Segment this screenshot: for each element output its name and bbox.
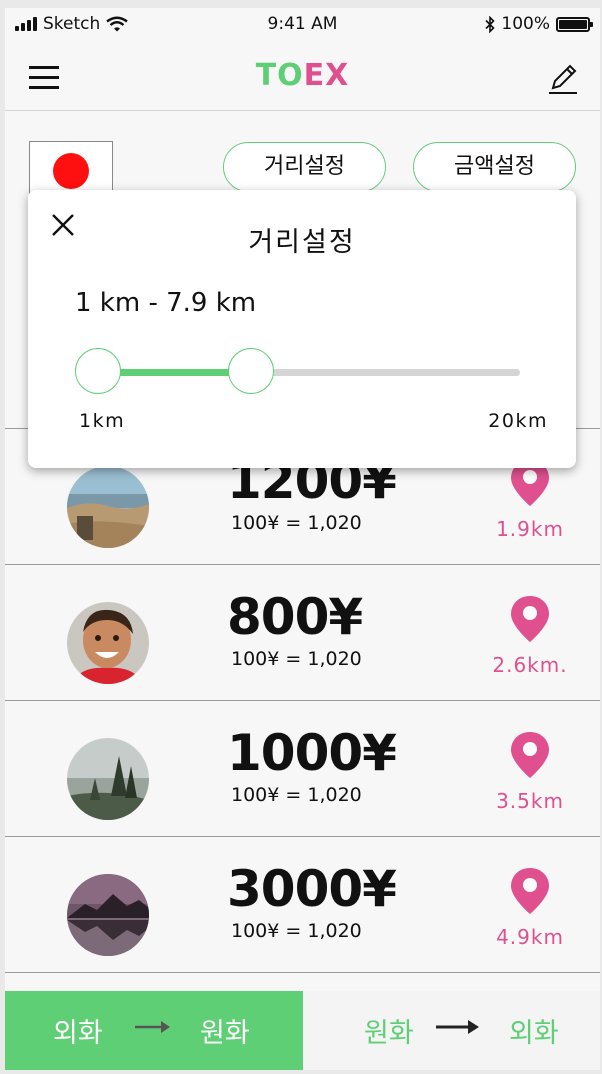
list-item[interactable]: 1000¥ 100¥ = 1,020 3.5km xyxy=(5,701,600,837)
exchange-rate: 100¥ = 1,020 xyxy=(231,648,362,670)
foreign-to-won-tab[interactable]: 외화 원화 xyxy=(5,991,303,1070)
amount-filter-button[interactable]: 금액설정 xyxy=(413,142,576,192)
battery-percent: 100% xyxy=(501,14,550,34)
bottom-tab-bar: 외화 원화 원화 외화 xyxy=(5,991,600,1070)
exchange-rate: 100¥ = 1,020 xyxy=(231,920,362,942)
location-pin-icon[interactable] xyxy=(510,731,550,779)
edit-icon[interactable] xyxy=(546,62,580,96)
battery-level-fill xyxy=(559,19,587,29)
distance-setting-popup: 거리설정 1 km - 7.9 km 1km 20km xyxy=(28,190,576,468)
offer-amount: 1000¥ xyxy=(227,724,397,782)
list-item[interactable]: 3000¥ 100¥ = 1,020 4.9km xyxy=(5,837,600,973)
logo-part-ex: EX xyxy=(303,58,350,93)
app-logo: TOEX xyxy=(5,58,600,93)
japan-flag-icon xyxy=(53,153,89,189)
bluetooth-icon xyxy=(485,15,496,33)
avatar-mountain-lake-photo xyxy=(67,874,149,956)
offer-amount: 3000¥ xyxy=(227,860,397,918)
distance-label: 4.9km xyxy=(496,925,564,949)
range-text: 1 km - 7.9 km xyxy=(75,288,257,318)
logo-part-to: TO xyxy=(255,58,304,93)
slider-max-label: 20km xyxy=(488,410,548,432)
distance-slider-track[interactable] xyxy=(75,348,520,394)
status-right: 100% xyxy=(485,14,593,34)
navigation-bar: TOEX xyxy=(5,40,600,111)
avatar xyxy=(67,602,149,684)
arrow-right-icon xyxy=(135,1021,170,1033)
tab-to-label: 외화 xyxy=(509,1018,559,1049)
slider-min-handle[interactable] xyxy=(75,348,121,394)
avatar-beach-photo xyxy=(67,466,149,548)
exchange-rate: 100¥ = 1,020 xyxy=(231,512,362,534)
slider-max-handle[interactable] xyxy=(228,348,275,394)
distance-filter-button[interactable]: 거리설정 xyxy=(223,142,386,192)
location-pin-icon[interactable] xyxy=(510,595,550,643)
tab-from-label: 원화 xyxy=(364,1018,414,1049)
phone-screen: Sketch 9:41 AM 100% TOEX 거리설정 금액설정 1200¥… xyxy=(5,8,600,1070)
exchange-rate: 100¥ = 1,020 xyxy=(231,784,362,806)
popup-title: 거리설정 xyxy=(248,227,356,258)
distance-label: 3.5km xyxy=(496,789,564,813)
offer-list: 1200¥ 100¥ = 1,020 1.9km 800¥ 100¥ = 1,0… xyxy=(5,428,600,973)
distance-label: 1.9km xyxy=(496,517,564,541)
arrow-right-icon xyxy=(436,1020,479,1034)
avatar-forest-photo xyxy=(67,738,149,820)
avatar xyxy=(67,738,149,820)
distance-label: 2.6km. xyxy=(492,653,568,677)
status-bar: Sketch 9:41 AM 100% xyxy=(5,8,600,40)
location-pin-icon[interactable] xyxy=(510,867,550,915)
tab-from-label: 외화 xyxy=(53,1018,103,1049)
won-to-foreign-tab[interactable]: 원화 외화 xyxy=(303,991,600,1070)
slider-min-label: 1km xyxy=(79,410,126,432)
avatar-child-photo xyxy=(67,602,149,684)
avatar xyxy=(67,466,149,548)
avatar xyxy=(67,874,149,956)
offer-amount: 800¥ xyxy=(227,588,363,646)
tab-to-label: 원화 xyxy=(200,1018,250,1049)
list-item[interactable]: 800¥ 100¥ = 1,020 2.6km. xyxy=(5,565,600,701)
battery-icon xyxy=(556,16,593,32)
